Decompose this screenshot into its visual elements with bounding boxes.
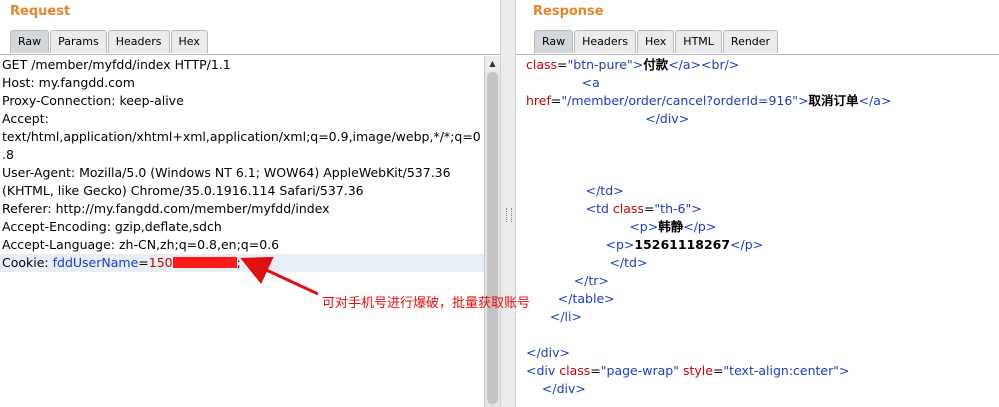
annotation-arrow-icon: [240, 256, 319, 296]
